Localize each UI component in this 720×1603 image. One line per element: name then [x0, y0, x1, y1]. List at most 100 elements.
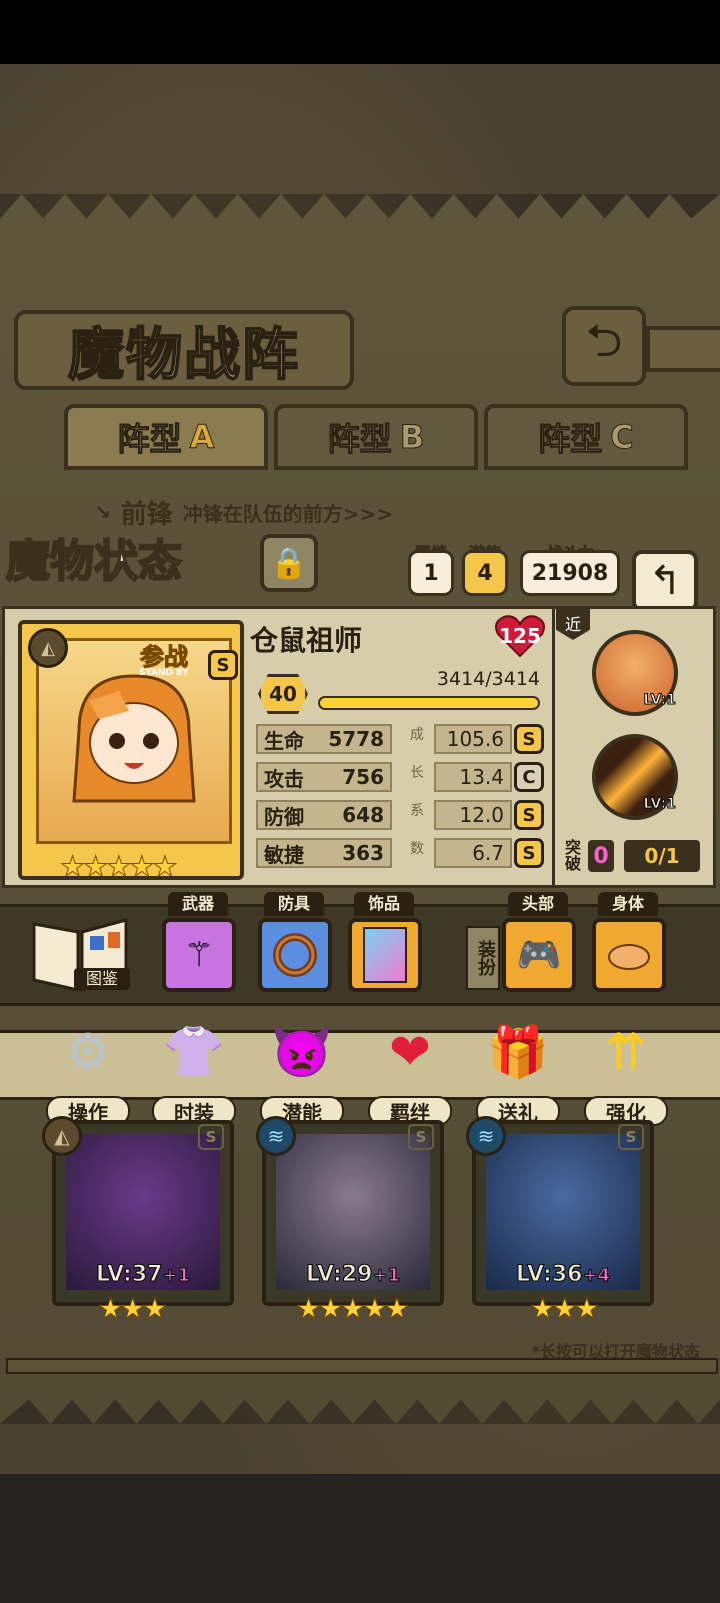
tab-formation-a[interactable]: 阵型 A [64, 404, 268, 470]
status-title: 魔物状态 [5, 535, 183, 588]
action-fashion[interactable]: 👚 时装 [146, 1016, 242, 1126]
tab-formation-b[interactable]: 阵型 B [274, 404, 478, 470]
team-stars: ★★★ [529, 1292, 599, 1326]
stat-grade: S [514, 800, 544, 830]
affection-heart: 125 [494, 614, 546, 658]
return-arrow-icon: ↰ [648, 558, 682, 604]
equip-label-body: 身体 [598, 892, 658, 916]
equip-label-head: 头部 [508, 892, 568, 916]
equip-label-armor: 防具 [264, 892, 324, 916]
gift-icon: 🎁 [486, 1022, 550, 1081]
level-plus: +1 [162, 1265, 191, 1287]
equip-slot-accessory[interactable] [348, 918, 422, 992]
bond-badge: 1 [408, 550, 454, 596]
breakthrough-label: 突破 [564, 838, 581, 873]
level-plus: +1 [372, 1265, 401, 1287]
demon-icon: 👿 [270, 1022, 334, 1081]
equip-slot-armor[interactable] [258, 918, 332, 992]
power-value: 21908 [531, 560, 609, 586]
team-stars: ★★★ [97, 1292, 167, 1326]
tab-label: 阵型 [117, 420, 182, 459]
level-plus: +4 [582, 1265, 611, 1287]
potential-badge: 4 [462, 550, 508, 596]
team-grade: S [408, 1124, 434, 1150]
page-title: 魔物战阵 [14, 310, 354, 390]
breakthrough-count: 0 [588, 840, 614, 872]
growth-char: 成 [410, 727, 424, 743]
character-card[interactable]: 参战 STAND BY S ◭ ★★★★★ [18, 620, 244, 884]
hp-bar-fill [320, 698, 538, 708]
stat-grade: S [514, 838, 544, 868]
staff-icon: ⚚ [183, 935, 215, 975]
stat-row-hp: 生命 5778 105.6 S [256, 724, 546, 756]
tab-formation-c[interactable]: 阵型 C [484, 404, 688, 470]
close-status-button[interactable]: ↰ [632, 550, 698, 612]
bond-value: 1 [423, 560, 439, 586]
equip-slot-head[interactable]: 🎮 [502, 918, 576, 992]
action-enhance[interactable]: ⇈ 强化 [578, 1016, 674, 1126]
equip-label-accessory: 饰品 [354, 892, 414, 916]
level-text: LV:29 [305, 1262, 373, 1288]
tab-label: 阵型 [327, 420, 392, 459]
codex-label: 图鉴 [74, 968, 130, 990]
bracelet-icon [273, 933, 317, 977]
stat-box: 攻击 756 [256, 762, 392, 792]
character-stars: ★★★★★ [60, 850, 179, 884]
stat-value: 5778 [328, 727, 384, 751]
skill-level: LV:1 [643, 692, 677, 709]
dress-label: 装扮 [466, 926, 500, 990]
team-attribute-icon: ◭ [42, 1116, 82, 1156]
stat-grade: C [514, 762, 544, 792]
tab-label: 阵型 [538, 420, 603, 459]
action-potential[interactable]: 👿 潜能 [254, 1016, 350, 1126]
equip-slot-body[interactable] [592, 918, 666, 992]
character-portrait [72, 674, 196, 803]
stat-value: 648 [342, 803, 384, 827]
equip-slot-weapon[interactable]: ⚚ [162, 918, 236, 992]
stat-growth: 13.4 [434, 762, 512, 792]
outfit-icon: 👚 [162, 1022, 226, 1081]
stat-value: 363 [342, 841, 384, 865]
stat-name: 攻击 [264, 766, 304, 791]
formation-tabs: 阵型 A 阵型 B 阵型 C [14, 404, 704, 476]
stat-row-defense: 防御 648 12.0 S [256, 800, 546, 832]
standby-label: 参战 STAND BY [109, 637, 219, 679]
action-gift[interactable]: 🎁 送礼 [470, 1016, 566, 1126]
back-button[interactable]: ⮌ [562, 306, 646, 386]
action-operate[interactable]: ⚙ 操作 [40, 1016, 136, 1126]
stat-growth: 105.6 [434, 724, 512, 754]
hp-text: 3414/3414 [436, 668, 540, 690]
vanguard-desc: 冲锋在队伍的前方>>> [182, 501, 394, 526]
stat-value: 756 [342, 765, 384, 789]
level-text: LV:37 [95, 1262, 163, 1288]
tab-letter: A [189, 418, 215, 457]
lock-button[interactable]: 🔒 [260, 534, 318, 592]
character-portrait-frame: 参战 STAND BY [36, 638, 232, 844]
stat-box: 敏捷 363 [256, 838, 392, 868]
gear-icon: ⚙ [65, 1023, 111, 1081]
stat-row-attack: 攻击 756 13.4 C [256, 762, 546, 794]
stat-name: 敏捷 [264, 842, 304, 867]
potential-value: 4 [477, 560, 493, 586]
bottom-bar [0, 1474, 720, 1603]
growth-char: 长 [410, 765, 424, 781]
team-member-level: LV:36+4 [515, 1262, 611, 1288]
skill-slash[interactable]: LV:1 [592, 734, 678, 820]
stat-growth: 6.7 [434, 838, 512, 868]
stat-box: 防御 648 [256, 800, 392, 830]
tab-letter: C [610, 418, 635, 457]
skill-hamster-swarm[interactable]: LV:1 [592, 630, 678, 716]
hearts-icon: ❤ [389, 1023, 431, 1081]
attribute-icon: ◭ [28, 628, 68, 668]
stat-growth: 12.0 [434, 800, 512, 830]
team-member-level: LV:37+1 [95, 1262, 191, 1288]
back-arrow-icon: ⮌ [585, 313, 623, 367]
level-badge: 40 [258, 674, 308, 714]
lock-icon: 🔒 [270, 545, 308, 581]
equip-label-weapon: 武器 [168, 892, 228, 916]
back-button-extension [646, 326, 720, 372]
action-bond[interactable]: ❤ 羁绊 [362, 1016, 458, 1126]
team-grade: S [618, 1124, 644, 1150]
up-arrows-icon: ⇈ [605, 1023, 647, 1081]
breakthrough-row: 突破 0 0/1 [562, 836, 700, 876]
